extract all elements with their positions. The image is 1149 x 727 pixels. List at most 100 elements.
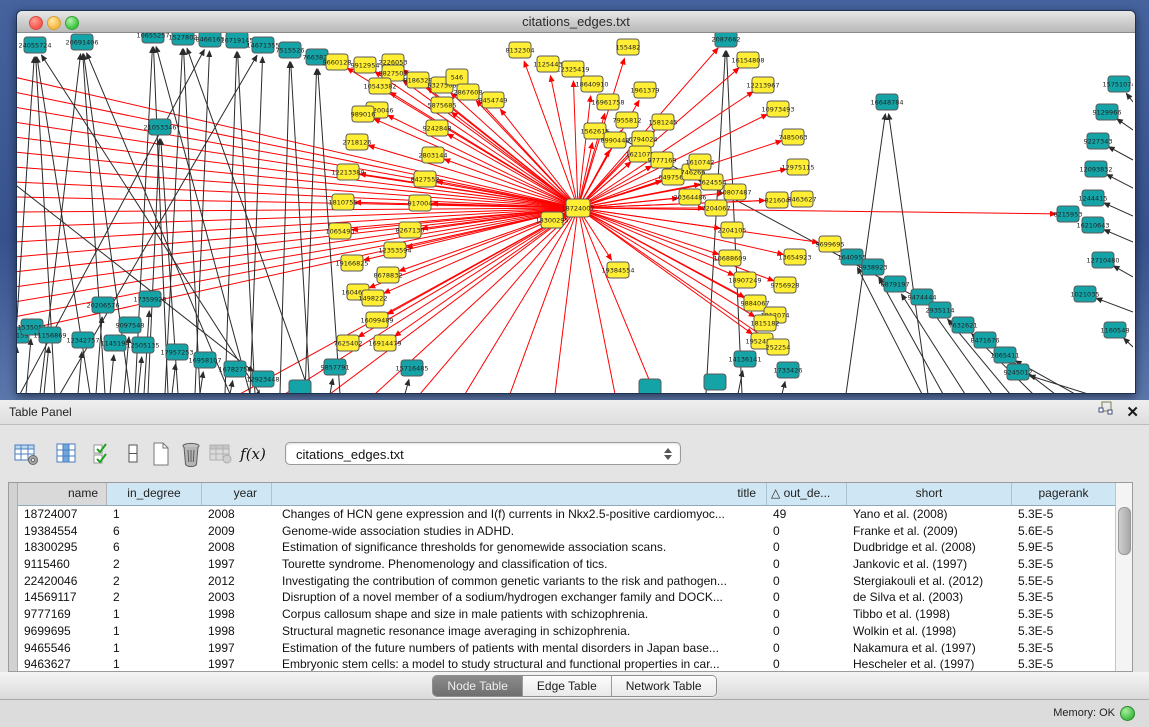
table-row[interactable]: 946554611997Estimation of the future num… — [18, 640, 1115, 657]
graph-node[interactable]: 19166825 — [335, 255, 368, 271]
graph-node[interactable]: 8938923 — [859, 259, 888, 275]
graph-node[interactable]: 8471676 — [971, 332, 1000, 348]
graph-node[interactable]: 9699695 — [816, 236, 845, 252]
graph-edge[interactable] — [138, 357, 142, 393]
graph-edge[interactable] — [578, 208, 1056, 214]
graph-node[interactable]: 917004 — [408, 195, 433, 211]
graph-edge[interactable] — [17, 92, 578, 208]
function-builder-icon[interactable]: f(x) — [238, 439, 268, 469]
graph-edge[interactable] — [330, 379, 333, 393]
graph-edge[interactable] — [1107, 174, 1133, 188]
graph-edge[interactable] — [578, 208, 615, 393]
graph-node[interactable]: 8267130 — [396, 222, 425, 238]
graph-node[interactable]: 1961379 — [631, 82, 660, 98]
graph-node[interactable]: 15751074 — [1102, 76, 1133, 92]
graph-node[interactable]: 5875685 — [428, 97, 457, 113]
graph-edge[interactable] — [230, 381, 233, 393]
table-scrollbar[interactable] — [1115, 483, 1132, 671]
tab-edge-table[interactable]: Edge Table — [523, 676, 612, 696]
table-options-icon[interactable] — [12, 439, 42, 469]
graph-edge[interactable] — [1113, 266, 1133, 277]
scrollbar-thumb[interactable] — [1118, 507, 1131, 555]
graph-edge[interactable] — [280, 62, 290, 393]
graph-node[interactable]: 7204067 — [702, 200, 731, 216]
table-row[interactable]: 977716911998Corpus callosum shape and si… — [18, 606, 1115, 623]
graph-edge[interactable] — [1124, 338, 1133, 347]
graph-node[interactable]: 8454749 — [479, 92, 508, 108]
column-header-title[interactable]: title — [272, 483, 767, 505]
graph-edge[interactable] — [17, 208, 578, 242]
column-header-in_degree[interactable]: in_degree — [107, 483, 202, 505]
window-titlebar[interactable]: citations_edges.txt — [17, 11, 1135, 33]
column-header-year[interactable]: year — [202, 483, 272, 505]
tab-network-table[interactable]: Network Table — [612, 676, 716, 696]
graph-node[interactable]: 13654923 — [778, 249, 811, 265]
graph-node[interactable]: 1160548 — [1101, 322, 1130, 338]
table-row[interactable]: 1830029562008Estimation of significance … — [18, 539, 1115, 556]
graph-edge[interactable] — [889, 114, 928, 393]
graph-edge[interactable] — [1126, 93, 1133, 102]
rows-icon[interactable] — [118, 439, 148, 469]
graph-edge[interactable] — [368, 145, 578, 208]
graph-node[interactable]: 9129966 — [1093, 104, 1122, 120]
graph-node[interactable]: 1610742 — [686, 154, 715, 170]
graph-edge[interactable] — [96, 317, 102, 393]
graph-node[interactable] — [639, 379, 661, 393]
close-panel-icon[interactable]: ✕ — [1126, 405, 1139, 420]
column-selector-icon[interactable] — [52, 439, 82, 469]
graph-node[interactable]: 2204105 — [718, 222, 747, 238]
graph-edge[interactable] — [465, 208, 578, 393]
graph-edge[interactable] — [578, 208, 719, 254]
graph-node[interactable]: 8215953 — [1054, 206, 1083, 222]
graph-node[interactable]: 1810755 — [329, 194, 358, 210]
graph-node[interactable]: 1125443 — [534, 56, 563, 72]
graph-node[interactable]: 2935114 — [926, 302, 955, 318]
graph-node[interactable]: 18724007 — [561, 199, 594, 217]
graph-node[interactable]: 821604 — [765, 192, 790, 208]
table-row[interactable]: 2242004622012Investigating the contribut… — [18, 573, 1115, 590]
graph-node[interactable]: 1145194 — [101, 335, 130, 351]
graph-node[interactable]: 16648784 — [870, 94, 903, 110]
graph-edge[interactable] — [17, 208, 578, 257]
table-select-dropdown[interactable]: citations_edges.txt — [285, 442, 681, 465]
graph-node[interactable]: 20691406 — [65, 34, 98, 50]
graph-node[interactable]: 9242848 — [423, 120, 452, 136]
table-header-row[interactable]: namein_degreeyeartitle△ out_de...shortpa… — [18, 483, 1115, 506]
graph-node[interactable]: 8132304 — [506, 42, 535, 58]
graph-edge[interactable] — [225, 52, 237, 393]
graph-node[interactable]: 252254 — [766, 339, 791, 355]
graph-node[interactable]: 1581245 — [649, 114, 678, 130]
graph-node[interactable]: 9227343 — [1084, 133, 1113, 149]
graph-node[interactable]: 7955812 — [613, 112, 642, 128]
graph-edge[interactable] — [17, 208, 578, 212]
graph-node[interactable]: 2718126 — [343, 134, 372, 150]
graph-node[interactable]: 9660128 — [323, 54, 352, 70]
graph-node[interactable] — [704, 374, 726, 390]
graph-edge[interactable] — [172, 364, 176, 393]
graph-node[interactable]: 6879197 — [881, 276, 910, 292]
graph-edge[interactable] — [405, 380, 409, 393]
graph-node[interactable]: 10688609 — [713, 250, 746, 266]
graph-node[interactable]: 9912954 — [351, 57, 380, 73]
graph-node[interactable]: 9857791 — [321, 359, 350, 375]
graph-node[interactable]: 7515526 — [276, 42, 305, 58]
column-header-out_de[interactable]: △ out_de... — [767, 483, 847, 505]
select-rows-icon[interactable] — [88, 439, 118, 469]
graph-node[interactable]: 12923448 — [246, 371, 279, 387]
float-panel-icon[interactable] — [1098, 400, 1114, 424]
graph-edge[interactable] — [200, 372, 203, 393]
graph-node[interactable]: 24055724 — [18, 37, 51, 53]
graph-node[interactable]: 15716485 — [395, 360, 428, 376]
graph-node[interactable]: 9756928 — [771, 277, 800, 293]
graph-node[interactable]: 12710480 — [1086, 252, 1119, 268]
graph-edge[interactable] — [578, 208, 783, 254]
column-header-name[interactable]: name — [18, 483, 107, 505]
network-graph[interactable]: 1872400718300295240557242069140610655257… — [17, 33, 1133, 393]
graph-node[interactable]: 12213967 — [746, 77, 779, 93]
graph-edge[interactable] — [110, 355, 114, 393]
graph-node[interactable]: 8990448 — [601, 132, 630, 148]
graph-edge[interactable] — [374, 119, 578, 208]
graph-node[interactable]: 12975115 — [781, 159, 814, 175]
graph-node[interactable]: 1065411 — [991, 347, 1020, 363]
graph-edge[interactable] — [1096, 298, 1133, 312]
